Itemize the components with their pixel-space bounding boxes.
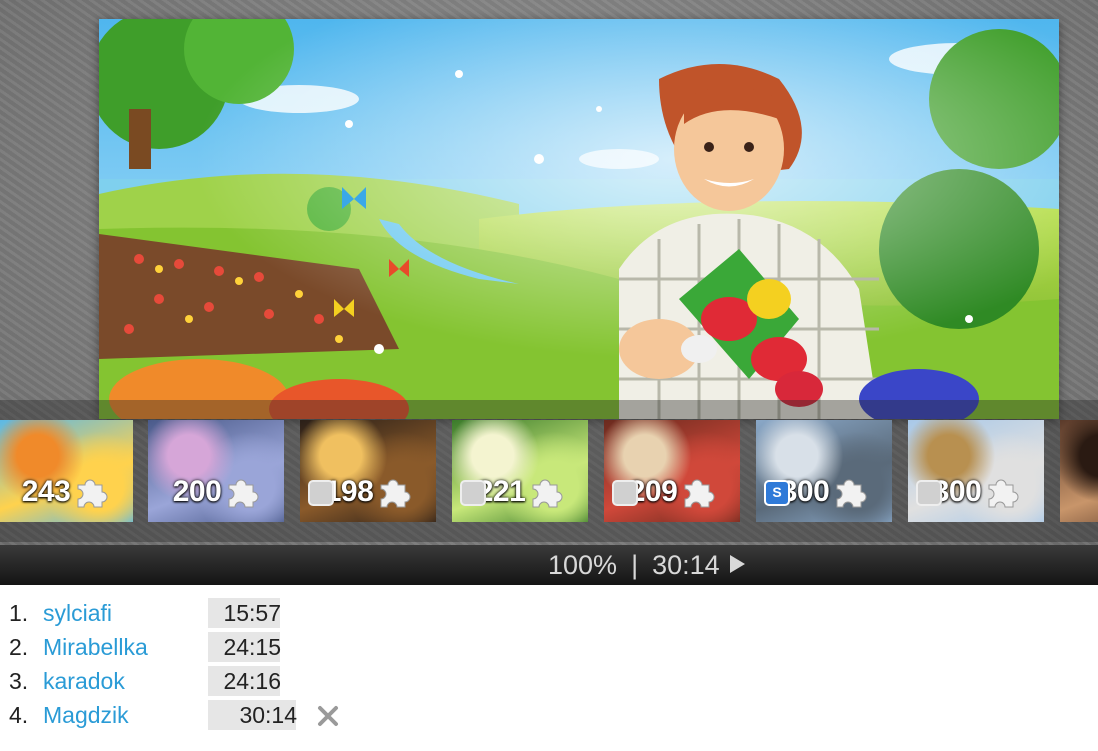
status-separator: |	[631, 550, 639, 580]
puzzle-thumbnail[interactable]: 198	[300, 420, 436, 522]
puzzle-thumbnail[interactable]: 300 S	[756, 420, 892, 522]
puzzle-thumbnail[interactable]	[1060, 420, 1098, 522]
puzzle-thumbnail[interactable]: 200	[148, 420, 284, 522]
solve-time: 30:14	[208, 700, 297, 730]
leaderboard-rank: 4.	[9, 702, 29, 728]
solve-time: 24:15	[208, 632, 281, 662]
puzzle-preview-image[interactable]	[99, 19, 1059, 419]
puzzle-piece-icon	[228, 479, 259, 508]
leaderboard-row: 1. sylciafi 15:57	[0, 598, 500, 632]
s-logo-icon: S	[764, 480, 790, 506]
puzzle-thumbnail[interactable]: 209	[604, 420, 740, 522]
remove-icon[interactable]	[316, 704, 340, 728]
solve-time: 24:16	[208, 666, 281, 696]
leaderboard-rank: 3.	[9, 668, 29, 694]
puzzle-thumbnail[interactable]: 243	[0, 420, 133, 522]
leaderboard-row: 4. Magdzik 30:14	[0, 700, 500, 734]
status-bar: 100% | 30:14	[0, 545, 1098, 585]
piece-count: 243	[0, 474, 133, 509]
elapsed-time: 30:14	[652, 550, 720, 580]
puzzle-stage: 243 200 198 221 209 300 S 300	[0, 0, 1098, 545]
piece-count-value: 243	[21, 475, 71, 509]
zoom-level: 100%	[548, 550, 618, 580]
leaderboard-rank: 2.	[9, 634, 29, 660]
solve-time: 15:57	[208, 598, 281, 628]
puzzle-piece-icon	[836, 479, 867, 508]
solve-time-value: 24:16	[223, 668, 281, 694]
solve-time-value: 15:57	[223, 600, 281, 626]
puzzle-piece-icon	[988, 479, 1019, 508]
puzzle-thumbnail[interactable]: 221	[452, 420, 588, 522]
leaderboard: 1. sylciafi 15:57 2. Mirabellka 24:15 3. karado…	[0, 598, 500, 734]
leaderboard-rank: 1.	[9, 600, 29, 626]
user-avatar-icon	[612, 480, 638, 506]
solve-time-value: 30:14	[239, 702, 297, 728]
puzzle-piece-icon	[77, 479, 108, 508]
player-name-link[interactable]: Magdzik	[43, 702, 129, 729]
play-icon[interactable]	[729, 555, 745, 573]
user-avatar-icon	[460, 480, 486, 506]
leaderboard-row: 2. Mirabellka 24:15	[0, 632, 500, 666]
user-avatar-icon	[308, 480, 334, 506]
puzzle-piece-icon	[684, 479, 715, 508]
user-avatar-icon	[916, 480, 942, 506]
solve-time-value: 24:15	[223, 634, 281, 660]
leaderboard-row: 3. karadok 24:16	[0, 666, 500, 700]
player-name-link[interactable]: karadok	[43, 668, 125, 695]
puzzle-piece-icon	[532, 479, 563, 508]
puzzle-thumbnail-strip: 243 200 198 221 209 300 S 300	[0, 400, 1098, 542]
piece-count-value: 200	[172, 475, 222, 509]
player-name-link[interactable]: sylciafi	[43, 600, 112, 627]
puzzle-thumbnail[interactable]: 300	[908, 420, 1044, 522]
farm-illustration	[99, 19, 1059, 419]
puzzle-piece-icon	[380, 479, 411, 508]
thumbnail-image	[1060, 420, 1098, 522]
player-name-link[interactable]: Mirabellka	[43, 634, 148, 661]
piece-count: 200	[148, 474, 284, 509]
